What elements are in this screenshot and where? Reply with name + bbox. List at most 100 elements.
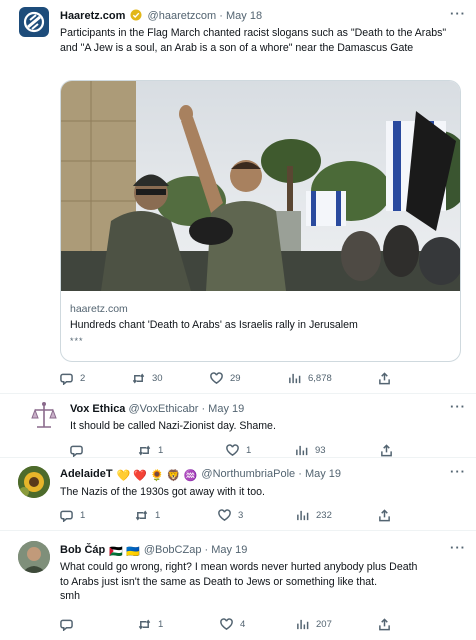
like-count: 4: [240, 619, 246, 630]
tweet-actions: 2 30 29 6,878: [60, 372, 460, 388]
tweet-date[interactable]: May 18: [226, 10, 262, 22]
more-icon[interactable]: ···: [450, 6, 466, 21]
reply-button[interactable]: [70, 444, 90, 457]
separator-dot: ·: [219, 10, 223, 22]
views-count: 6,878: [308, 373, 332, 384]
name-emojis: 🇵🇸 🇺🇦: [109, 546, 140, 558]
retweet-count: 30: [152, 373, 163, 384]
tweet-actions: 1 1 3 232: [60, 509, 460, 525]
retweet-count: 1: [158, 445, 164, 456]
more-icon[interactable]: ···: [450, 464, 466, 479]
tweet-header: Haaretz.com @haaretzcom · May 18: [60, 9, 262, 23]
like-button[interactable]: 29: [210, 372, 241, 385]
retweet-icon: [132, 373, 145, 384]
reply-button[interactable]: 2: [60, 372, 85, 385]
author-name[interactable]: Haaretz.com: [60, 10, 125, 22]
more-icon[interactable]: ···: [450, 399, 466, 414]
share-button[interactable]: [378, 618, 391, 631]
share-button[interactable]: [378, 372, 391, 385]
like-count: 3: [238, 510, 244, 521]
tweet-text-line: to Arabs just isn't the same as Death to…: [60, 575, 378, 588]
news-photo-flag-march: [61, 81, 460, 291]
link-card[interactable]: haaretz.com Hundreds chant 'Death to Ara…: [60, 80, 461, 362]
tweet-date[interactable]: May 19: [305, 468, 341, 480]
reply-button[interactable]: [60, 618, 80, 631]
adelaidet-avatar[interactable]: [18, 466, 50, 498]
reply-icon: [60, 619, 73, 631]
like-count: 29: [230, 373, 241, 384]
vox-ethica-avatar[interactable]: [31, 401, 57, 431]
author-handle[interactable]: @BobCZap: [144, 544, 202, 556]
tweet-adelaidet[interactable]: AdelaideT 💛 ❤️ 🌻 🦁 ♒ @NorthumbriaPole · …: [0, 458, 476, 528]
separator-dot: ·: [298, 468, 302, 480]
tweet-text-line: smh: [60, 590, 81, 602]
tweet-vox-ethica[interactable]: Vox Ethica @VoxEthicabr · May 19 ··· It …: [0, 394, 476, 457]
views-button[interactable]: 232: [296, 509, 332, 522]
more-icon[interactable]: ···: [450, 540, 466, 555]
retweet-button[interactable]: 1: [138, 444, 163, 457]
author-name[interactable]: Bob Čáp: [60, 544, 105, 556]
author-name[interactable]: AdelaideT: [60, 468, 113, 480]
retweet-icon: [138, 445, 151, 456]
views-icon: [297, 619, 309, 630]
scales-of-justice-icon: [31, 402, 57, 428]
profile-photo-icon: [18, 541, 50, 573]
tweet-date[interactable]: May 19: [211, 544, 247, 556]
views-icon: [289, 373, 301, 384]
haaretz-avatar[interactable]: [19, 7, 49, 37]
tweet-text: What could go wrong, right? I mean words…: [60, 560, 460, 604]
views-button[interactable]: 93: [295, 444, 326, 457]
bob-cap-avatar[interactable]: [18, 541, 50, 573]
card-domain: haaretz.com: [70, 303, 128, 315]
tweet-text: The Nazis of the 1930s got away with it …: [60, 486, 265, 498]
tweet-header: AdelaideT 💛 ❤️ 🌻 🦁 ♒ @NorthumbriaPole · …: [60, 467, 341, 483]
sunflower-avatar-icon: [18, 466, 50, 498]
reply-count: 2: [80, 373, 86, 384]
tweet-haaretz[interactable]: Haaretz.com @haaretzcom · May 18 ··· Par…: [0, 0, 476, 392]
author-handle[interactable]: @NorthumbriaPole: [201, 468, 295, 480]
views-button[interactable]: 6,878: [288, 372, 332, 385]
views-count: 207: [316, 619, 332, 630]
separator-dot: ·: [204, 544, 209, 556]
views-button[interactable]: 207: [296, 618, 332, 631]
like-button[interactable]: 1: [226, 444, 251, 457]
share-button[interactable]: [380, 444, 393, 457]
share-icon: [381, 444, 392, 457]
tweet-bob-cap[interactable]: Bob Čáp 🇵🇸 🇺🇦 @BobCZap · May 19 ··· What…: [0, 531, 476, 640]
share-icon: [379, 509, 390, 522]
tweet-header: Vox Ethica @VoxEthicabr · May 19: [70, 402, 244, 416]
retweet-count: 1: [158, 619, 164, 630]
retweet-icon: [135, 510, 148, 521]
tweet-text: It should be called Nazi-Zionist day. Sh…: [70, 420, 276, 432]
separator-dot: ·: [201, 403, 206, 415]
haaretz-logo-icon: [23, 11, 45, 33]
retweet-icon: [138, 619, 151, 630]
share-button[interactable]: [378, 509, 391, 522]
like-button[interactable]: 3: [218, 509, 243, 522]
share-icon: [379, 618, 390, 631]
retweet-button[interactable]: 30: [132, 372, 163, 385]
views-icon: [296, 445, 308, 456]
reply-icon: [60, 373, 73, 385]
like-button[interactable]: 4: [220, 618, 245, 631]
tweet-date[interactable]: May 19: [208, 403, 244, 415]
views-count: 93: [315, 445, 326, 456]
author-name[interactable]: Vox Ethica: [70, 403, 125, 415]
card-description: ***: [70, 336, 84, 346]
heart-icon: [218, 509, 231, 522]
heart-icon: [220, 618, 233, 631]
author-handle[interactable]: @VoxEthicabr: [129, 403, 199, 415]
views-count: 232: [316, 510, 332, 521]
tweet-actions: 1 4 207: [60, 618, 460, 634]
tweet-header: Bob Čáp 🇵🇸 🇺🇦 @BobCZap · May 19: [60, 543, 247, 559]
author-handle[interactable]: @haaretzcom: [148, 10, 217, 22]
reply-button[interactable]: 1: [60, 509, 85, 522]
card-title[interactable]: Hundreds chant 'Death to Arabs' as Israe…: [70, 319, 358, 331]
retweet-count: 1: [155, 510, 161, 521]
heart-icon: [226, 444, 239, 457]
retweet-button[interactable]: 1: [138, 618, 163, 631]
reply-icon: [70, 445, 83, 457]
reply-icon: [60, 510, 73, 522]
retweet-button[interactable]: 1: [135, 509, 160, 522]
tweet-text: Participants in the Flag March chanted r…: [60, 27, 447, 54]
